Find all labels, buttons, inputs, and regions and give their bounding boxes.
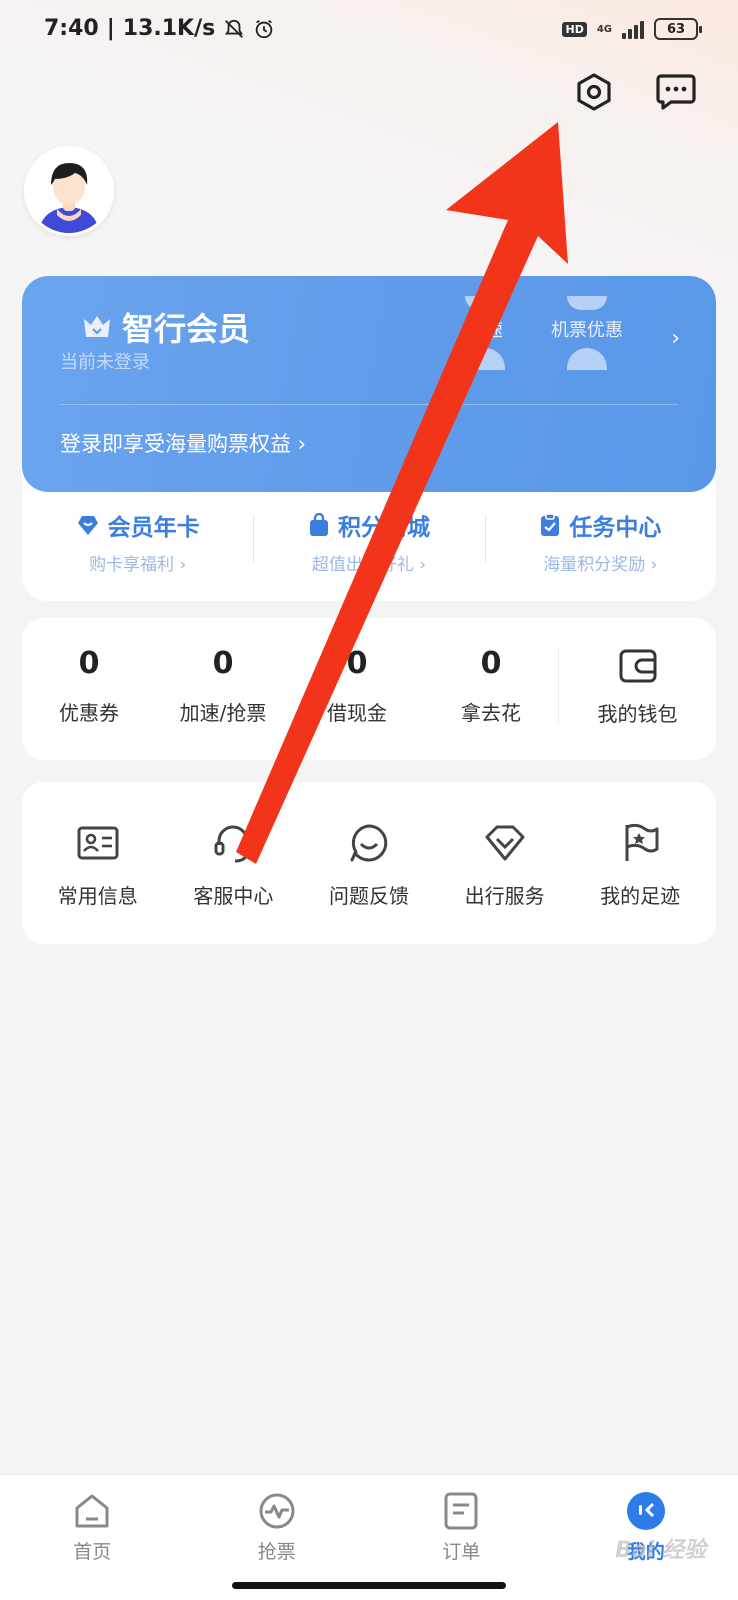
battery-indicator: 63 — [654, 18, 702, 40]
alarm-icon — [256, 19, 273, 38]
nav-label: 订单 — [442, 1541, 481, 1563]
network-label: 4G — [596, 23, 612, 35]
quick-link-title-row: 任务中心 — [485, 508, 716, 542]
quick-link-annual-card[interactable]: 会员年卡 购卡享福利 › — [22, 498, 253, 598]
order-icon — [439, 1489, 483, 1533]
stat-value: 0 — [78, 646, 100, 681]
lock-icon — [465, 348, 505, 370]
service-common-info[interactable]: 常用信息 — [30, 782, 166, 944]
benefit-speedup: 提速 — [440, 296, 530, 370]
pulse-icon — [255, 1489, 299, 1533]
signal-icon — [622, 19, 644, 39]
service-label: 客服中心 — [193, 884, 274, 908]
nav-label: 抢票 — [257, 1541, 296, 1563]
lock-icon — [567, 348, 607, 370]
stat-label: 拿去花 — [461, 701, 521, 725]
stat-label: 借现金 — [327, 701, 387, 725]
status-bar: 7:40 | 13.1K/s HD 4G 63 — [0, 0, 738, 64]
watermark: Bai 经验 — [615, 1538, 706, 1563]
member-quick-links: 会员年卡 购卡享福利 › 积分商城 超值出行好礼 › 任务中心 海量积分奖励 › — [22, 498, 716, 598]
home-icon — [70, 1489, 114, 1533]
status-time: 7:40 — [44, 16, 99, 41]
status-speed: 13.1K/s — [122, 16, 216, 41]
status-left: 7:40 | 13.1K/s — [44, 16, 275, 41]
flag-icon — [617, 820, 663, 866]
quick-link-task-center[interactable]: 任务中心 海量积分奖励 › — [484, 498, 716, 598]
services-card: 常用信息 客服中心 问题反馈 出行服务 我的足迹 — [22, 782, 716, 944]
profile-icon — [624, 1489, 668, 1533]
stat-coupons[interactable]: 0 优惠券 — [22, 618, 156, 760]
stat-value: 0 — [480, 646, 502, 681]
benefit-badge-icon — [567, 296, 607, 310]
home-indicator[interactable] — [232, 1582, 506, 1589]
service-customer-center[interactable]: 客服中心 — [166, 782, 302, 944]
nav-home[interactable]: 首页 — [0, 1475, 185, 1600]
service-label: 我的足迹 — [600, 884, 681, 908]
nav-label: 首页 — [73, 1541, 112, 1563]
stat-value: 0 — [212, 646, 234, 681]
login-prompt-link[interactable]: 登录即享受海量购票权益 › — [60, 428, 306, 458]
service-label: 常用信息 — [57, 884, 138, 908]
id-card-icon — [75, 820, 121, 866]
settings-button[interactable] — [572, 70, 616, 114]
member-subtitle: 当前未登录 — [60, 352, 150, 373]
stat-value: 0 — [346, 646, 368, 681]
headset-icon — [210, 820, 256, 866]
diamond-icon — [482, 820, 528, 866]
stat-installment[interactable]: 0 拿去花 — [424, 618, 558, 760]
member-divider — [60, 404, 678, 405]
heart-badge-icon — [77, 516, 98, 535]
quick-link-subtitle: 海量积分奖励 › — [543, 555, 658, 575]
mute-icon — [225, 19, 244, 38]
member-title-row: 智行会员 — [82, 304, 250, 350]
service-label: 出行服务 — [464, 884, 545, 908]
settings-icon — [577, 73, 611, 111]
crown-icon — [84, 316, 110, 337]
stat-cash-loan[interactable]: 0 借现金 — [290, 618, 424, 760]
wallet-icon — [619, 649, 656, 683]
member-title: 智行会员 — [122, 310, 251, 348]
member-section: 智行会员 当前未登录 提速 机票优惠 › 登录即享受海量购票权益 › 会员年卡 … — [22, 276, 716, 601]
quick-link-title-row: 积分商城 — [253, 508, 484, 542]
quick-link-subtitle: 购卡享福利 › — [89, 555, 187, 575]
avatar[interactable] — [24, 146, 114, 236]
service-travel[interactable]: 出行服务 — [437, 782, 573, 944]
service-feedback[interactable]: 问题反馈 — [301, 782, 437, 944]
status-right: HD 4G 63 — [562, 18, 702, 40]
wallet-label: 我的钱包 — [597, 702, 678, 726]
benefit-label: 提速 — [467, 320, 503, 341]
benefit-label: 机票优惠 — [551, 320, 623, 341]
quick-link-title: 积分商城 — [337, 515, 430, 541]
clipboard-check-icon — [541, 513, 560, 536]
stat-speedup-tickets[interactable]: 0 加速/抢票 — [156, 618, 290, 760]
wallet-card: 0 优惠券 0 加速/抢票 0 借现金 0 拿去花 我的钱包 — [22, 618, 716, 760]
quick-link-title: 任务中心 — [569, 515, 662, 541]
member-card[interactable]: 智行会员 当前未登录 提速 机票优惠 › 登录即享受海量购票权益 › — [22, 276, 716, 492]
hd-badge: HD — [562, 21, 587, 37]
message-icon — [656, 74, 696, 110]
stat-label: 优惠券 — [59, 701, 119, 725]
my-wallet-button[interactable]: 我的钱包 — [559, 618, 716, 760]
service-footprints[interactable]: 我的足迹 — [572, 782, 708, 944]
benefit-badge-icon — [465, 296, 505, 310]
benefit-flight: 机票优惠 — [542, 296, 632, 370]
service-label: 问题反馈 — [328, 884, 409, 908]
quick-link-title-row: 会员年卡 — [22, 508, 253, 542]
shopping-bag-icon — [309, 513, 328, 536]
quick-link-points-mall[interactable]: 积分商城 超值出行好礼 › — [253, 498, 484, 598]
header-actions — [572, 70, 698, 114]
status-separator: | — [106, 16, 115, 41]
quick-link-subtitle: 超值出行好礼 › — [311, 555, 427, 575]
message-button[interactable] — [654, 70, 698, 114]
feedback-icon — [346, 820, 392, 866]
quick-link-title: 会员年卡 — [107, 515, 200, 541]
stat-label: 加速/抢票 — [179, 701, 267, 725]
avatar-image — [27, 149, 111, 233]
chevron-right-icon[interactable]: › — [671, 326, 680, 351]
